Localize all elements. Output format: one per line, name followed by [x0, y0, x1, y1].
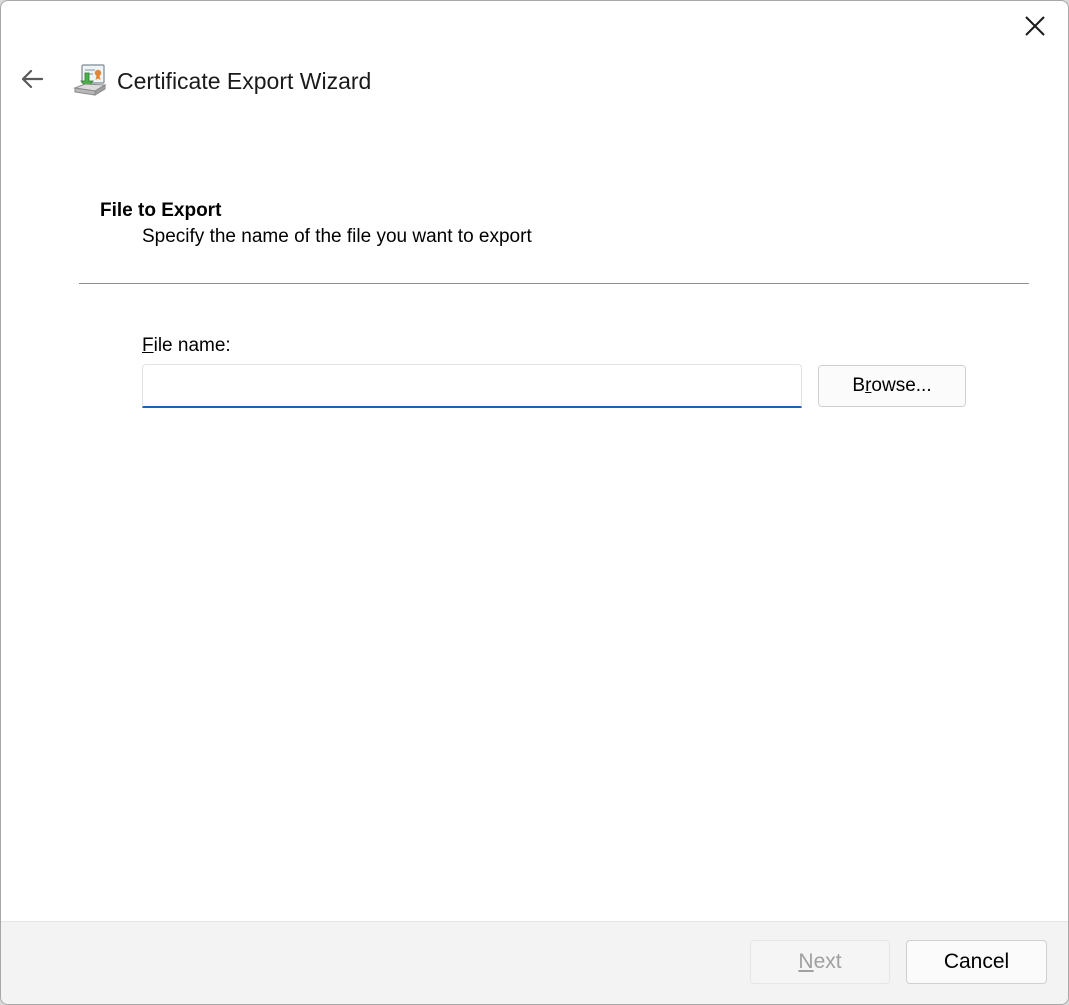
- wizard-footer: Next Cancel: [1, 921, 1068, 1004]
- browse-label-start: B: [852, 375, 866, 396]
- file-name-label: File name:: [142, 333, 231, 359]
- next-label-rest: ext: [813, 950, 842, 973]
- next-button[interactable]: Next: [750, 940, 890, 984]
- browse-label-rest: owse...: [871, 375, 932, 396]
- page-subheading: Specify the name of the file you want to…: [142, 226, 532, 247]
- close-icon: [1025, 16, 1045, 36]
- browse-button[interactable]: Br owse...: [818, 365, 966, 407]
- file-name-label-text: ile name:: [153, 335, 231, 356]
- back-arrow-icon: [21, 69, 43, 89]
- certificate-wizard-icon: [73, 64, 107, 96]
- file-name-input[interactable]: [142, 364, 802, 408]
- certificate-export-wizard-window: Certificate Export Wizard File to Export…: [0, 0, 1069, 1005]
- close-button[interactable]: [1002, 1, 1068, 51]
- header-divider: [79, 283, 1029, 284]
- back-button[interactable]: [15, 61, 49, 97]
- window-title: Certificate Export Wizard: [117, 68, 372, 94]
- page-heading: File to Export: [100, 200, 222, 221]
- cancel-button[interactable]: Cancel: [906, 940, 1047, 984]
- next-label-accelerator: N: [798, 950, 814, 973]
- file-name-label-accelerator: F: [142, 335, 154, 356]
